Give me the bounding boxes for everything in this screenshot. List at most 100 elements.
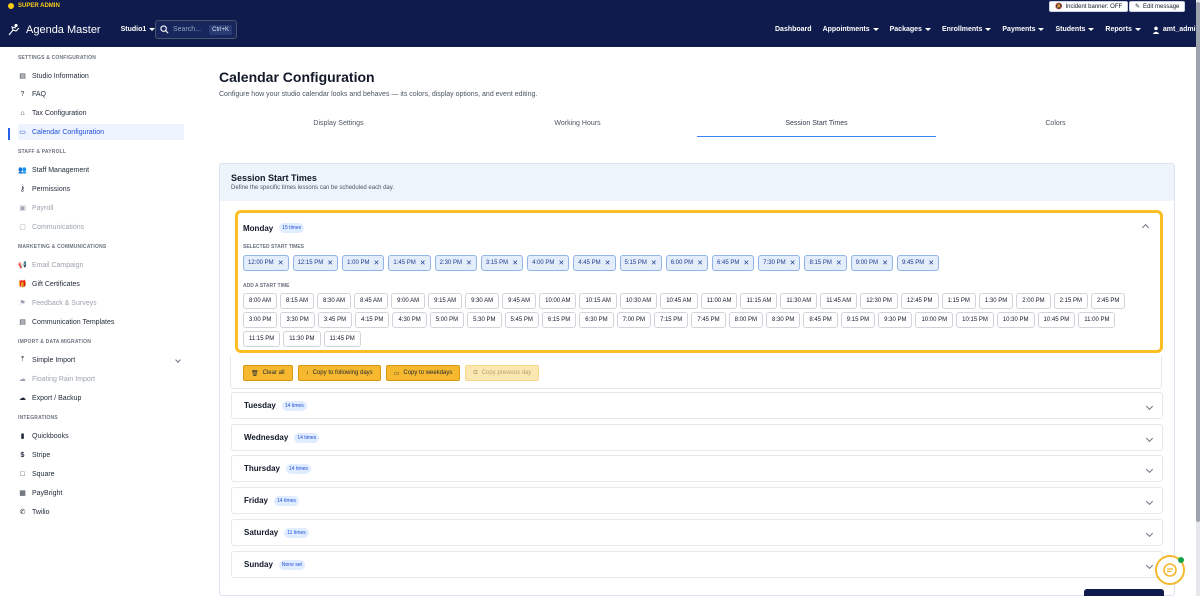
day-row-sunday[interactable]: Sunday None set <box>231 551 1163 578</box>
close-icon[interactable]: ✕ <box>605 259 611 267</box>
add-time-chip[interactable]: 9:15 AM <box>428 293 463 309</box>
day-row-saturday[interactable]: Saturday 11 times <box>231 519 1163 546</box>
add-time-chip[interactable]: 9:30 AM <box>465 293 500 309</box>
sidebar-item-calendar[interactable]: ▭ Calendar Configuration <box>18 124 184 140</box>
clear-all-button[interactable]: 🗑 Clear all <box>243 365 293 381</box>
add-time-chip[interactable]: 7:45 PM <box>691 312 726 328</box>
sidebar-item-communications[interactable]: ▢ Communications <box>18 219 184 235</box>
sidebar-item-paybright[interactable]: ▦ PayBright <box>18 485 184 501</box>
sidebar-item-twilio[interactable]: ✆ Twilio <box>18 504 184 520</box>
tab-colors[interactable]: Colors <box>936 113 1175 137</box>
day-row-wednesday[interactable]: Wednesday 14 times <box>231 424 1163 451</box>
add-time-chip[interactable]: 4:30 PM <box>392 312 427 328</box>
add-time-chip[interactable]: 3:30 PM <box>280 312 315 328</box>
close-icon[interactable]: ✕ <box>790 259 796 267</box>
sidebar-item-payroll[interactable]: ▣ Payroll <box>18 200 184 216</box>
add-time-chip[interactable]: 7:00 PM <box>616 312 651 328</box>
edit-message-button[interactable]: ✎ Edit message <box>1129 1 1186 12</box>
close-icon[interactable]: ✕ <box>278 259 284 267</box>
selected-time-chip[interactable]: 1:45 PM ✕ <box>388 255 431 271</box>
close-icon[interactable]: ✕ <box>743 259 749 267</box>
copy-following-days-button[interactable]: ↓ Copy to following days <box>297 365 381 381</box>
add-time-chip[interactable]: 5:00 PM <box>429 312 465 328</box>
add-time-chip[interactable]: 11:00 PM <box>1078 312 1116 328</box>
studio-selector[interactable]: Studio1 <box>121 26 156 33</box>
add-time-chip[interactable]: 10:15 AM <box>579 293 617 309</box>
selected-time-chip[interactable]: 6:45 PM ✕ <box>712 255 755 271</box>
tab-working-hours[interactable]: Working Hours <box>458 113 697 137</box>
close-icon[interactable]: ✕ <box>928 259 934 267</box>
monday-header[interactable]: Monday 15 times <box>243 223 305 233</box>
search-input[interactable]: Search... Ctrl+K <box>155 20 237 39</box>
close-icon[interactable]: ✕ <box>558 259 564 267</box>
sidebar-item-communication-templates[interactable]: ▤ Communication Templates <box>18 314 184 330</box>
add-time-chip[interactable]: 10:45 AM <box>660 293 698 309</box>
add-time-chip[interactable]: 12:30 PM <box>860 293 898 309</box>
user-menu[interactable]: amt_admin <box>1152 26 1200 34</box>
add-time-chip[interactable]: 9:45 AM <box>502 293 537 309</box>
selected-time-chip[interactable]: 2:30 PM ✕ <box>434 255 477 271</box>
copy-weekdays-button[interactable]: ▭ Copy to weekdays <box>385 365 461 381</box>
app-logo[interactable]: Agenda Master <box>7 23 101 37</box>
sidebar-item-feedback[interactable]: ⚑ Feedback & Surveys <box>18 295 184 311</box>
add-time-chip[interactable]: 8:30 AM <box>317 293 352 309</box>
add-time-chip[interactable]: 11:45 PM <box>323 331 361 347</box>
sidebar-item-email-campaign[interactable]: 📢 Email Campaign <box>18 257 184 273</box>
sidebar-item-tax[interactable]: ⌂ Tax Configuration <box>18 105 184 121</box>
scrollbar-thumb[interactable] <box>1196 2 1200 522</box>
selected-time-chip[interactable]: 5:15 PM ✕ <box>619 255 662 271</box>
selected-time-chip[interactable]: 8:15 PM ✕ <box>804 255 847 271</box>
add-time-chip[interactable]: 10:45 PM <box>1037 312 1076 328</box>
copy-previous-day-button[interactable]: ⧉ Copy previous day <box>465 365 540 381</box>
add-time-chip[interactable]: 10:30 PM <box>996 312 1035 328</box>
add-time-chip[interactable]: 9:30 PM <box>878 312 913 328</box>
selected-time-chip[interactable]: 9:45 PM ✕ <box>896 255 940 271</box>
tab-display-settings[interactable]: Display Settings <box>219 113 458 137</box>
add-time-chip[interactable]: 8:00 PM <box>728 312 764 328</box>
close-icon[interactable]: ✕ <box>373 259 379 267</box>
add-time-chip[interactable]: 3:45 PM <box>317 312 353 328</box>
add-time-chip[interactable]: 10:00 AM <box>539 293 577 309</box>
add-time-chip[interactable]: 12:45 PM <box>900 293 939 309</box>
add-time-chip[interactable]: 3:00 PM <box>243 312 278 328</box>
add-time-chip[interactable]: 10:15 PM <box>956 312 994 328</box>
add-time-chip[interactable]: 6:30 PM <box>579 312 614 328</box>
add-time-chip[interactable]: 2:00 PM <box>1016 293 1051 309</box>
nav-appointments[interactable]: Appointments <box>823 26 879 33</box>
nav-payments[interactable]: Payments <box>1002 26 1045 33</box>
add-time-chip[interactable]: 8:15 AM <box>280 293 315 309</box>
page-scrollbar[interactable] <box>1196 0 1200 596</box>
selected-time-chip[interactable]: 9:00 PM ✕ <box>850 255 893 271</box>
add-time-chip[interactable]: 9:00 AM <box>391 293 426 309</box>
sidebar-item-floating-rain[interactable]: ☁ Floating Rain Import <box>18 371 184 387</box>
nav-packages[interactable]: Packages <box>890 26 931 33</box>
close-icon[interactable]: ✕ <box>466 259 472 267</box>
sidebar-item-gift-certificates[interactable]: 🎁 Gift Certificates <box>18 276 184 292</box>
add-time-chip[interactable]: 8:00 AM <box>243 293 278 309</box>
add-time-chip[interactable]: 6:15 PM <box>541 312 577 328</box>
sidebar-item-stripe[interactable]: $ Stripe <box>18 447 184 463</box>
add-time-chip[interactable]: 11:30 AM <box>780 293 818 309</box>
nav-dashboard[interactable]: Dashboard <box>775 26 812 33</box>
close-icon[interactable]: ✕ <box>697 259 703 267</box>
close-icon[interactable]: ✕ <box>651 259 657 267</box>
selected-time-chip[interactable]: 1:00 PM ✕ <box>342 255 385 271</box>
add-time-chip[interactable]: 8:45 AM <box>354 293 389 309</box>
add-time-chip[interactable]: 10:00 PM <box>915 312 954 328</box>
add-time-chip[interactable]: 10:30 AM <box>619 293 658 309</box>
add-time-chip[interactable]: 2:15 PM <box>1053 293 1088 309</box>
nav-reports[interactable]: Reports <box>1105 26 1141 33</box>
sidebar-item-faq[interactable]: ? FAQ <box>18 86 184 102</box>
close-icon[interactable]: ✕ <box>512 259 518 267</box>
nav-students[interactable]: Students <box>1055 26 1095 33</box>
add-time-chip[interactable]: 2:45 PM <box>1091 293 1126 309</box>
add-time-chip[interactable]: 11:30 PM <box>283 331 321 347</box>
add-time-chip[interactable]: 1:30 PM <box>978 293 1014 309</box>
selected-time-chip[interactable]: 7:30 PM ✕ <box>758 255 801 271</box>
chevron-up-icon[interactable] <box>1141 223 1150 232</box>
sidebar-item-studio-info[interactable]: ▤ Studio Information <box>18 68 184 84</box>
nav-enrollments[interactable]: Enrollments <box>942 26 992 33</box>
save-button[interactable] <box>1084 589 1164 596</box>
selected-time-chip[interactable]: 4:00 PM ✕ <box>527 255 570 271</box>
incident-banner-button[interactable]: 🔕 Incident banner: OFF <box>1049 1 1129 12</box>
